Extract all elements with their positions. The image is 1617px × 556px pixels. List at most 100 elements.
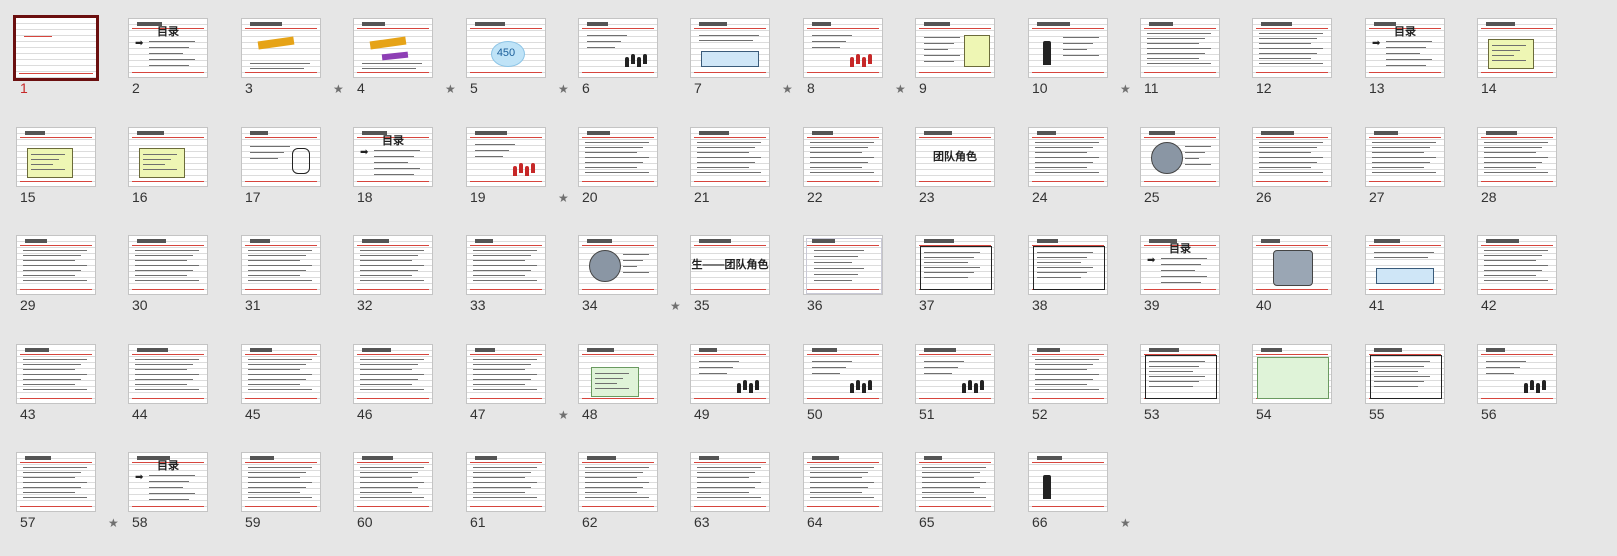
slide-preview[interactable]: 450 — [466, 18, 546, 78]
slide-preview[interactable] — [353, 452, 433, 512]
slide-thumbnail-11[interactable]: 11 — [1140, 18, 1246, 122]
slide-thumbnail-57[interactable]: 57 ★ — [16, 452, 122, 556]
slide-thumbnail-40[interactable]: 40 — [1252, 235, 1358, 339]
slide-thumbnail-33[interactable]: 33 — [466, 235, 572, 339]
slide-thumbnail-5[interactable]: 450 5 ★ — [466, 18, 572, 122]
slide-preview[interactable] — [466, 127, 546, 187]
slide-preview[interactable] — [241, 235, 321, 295]
slide-preview[interactable] — [128, 235, 208, 295]
slide-preview[interactable] — [16, 344, 96, 404]
slide-thumbnail-51[interactable]: 51 — [915, 344, 1021, 448]
slide-preview[interactable] — [690, 127, 770, 187]
slide-thumbnail-1[interactable]: 1 — [13, 15, 122, 122]
slide-thumbnail-30[interactable]: 30 — [128, 235, 234, 339]
slide-thumbnail-52[interactable]: 52 — [1028, 344, 1134, 448]
slide-thumbnail-44[interactable]: 44 — [128, 344, 234, 448]
slide-preview[interactable] — [915, 235, 995, 295]
slide-preview[interactable]: 团队角色 — [915, 127, 995, 187]
slide-preview[interactable] — [128, 127, 208, 187]
slide-preview[interactable] — [578, 18, 658, 78]
slide-thumbnail-12[interactable]: 12 — [1252, 18, 1358, 122]
slide-thumbnail-13[interactable]: 目录 ➡ 13 — [1365, 18, 1471, 122]
slide-thumbnail-41[interactable]: 41 — [1365, 235, 1471, 339]
slide-thumbnail-42[interactable]: 42 — [1477, 235, 1583, 339]
slide-thumbnail-22[interactable]: 22 — [803, 127, 909, 231]
slide-preview[interactable] — [1028, 344, 1108, 404]
slide-thumbnail-56[interactable]: 56 — [1477, 344, 1583, 448]
slide-preview[interactable] — [353, 235, 433, 295]
slide-thumbnail-38[interactable]: 38 — [1028, 235, 1134, 339]
slide-preview[interactable] — [578, 452, 658, 512]
slide-thumbnail-54[interactable]: 54 — [1252, 344, 1358, 448]
slide-preview[interactable] — [353, 344, 433, 404]
slide-thumbnail-16[interactable]: 16 — [128, 127, 234, 231]
slide-thumbnail-63[interactable]: 63 — [690, 452, 796, 556]
slide-preview[interactable] — [466, 235, 546, 295]
slide-preview[interactable] — [16, 127, 96, 187]
slide-preview[interactable] — [1028, 127, 1108, 187]
slide-thumbnail-65[interactable]: 65 — [915, 452, 1021, 556]
slide-preview[interactable] — [803, 344, 883, 404]
slide-preview[interactable] — [1477, 18, 1557, 78]
slide-preview[interactable] — [803, 452, 883, 512]
slide-preview[interactable] — [803, 235, 883, 295]
slide-preview[interactable]: 目录 ➡ — [128, 18, 208, 78]
slide-thumbnail-2[interactable]: 目录 ➡ 2 — [128, 18, 234, 122]
slide-thumbnail-35[interactable]: 生——团队角色 35 — [690, 235, 796, 339]
slide-preview[interactable] — [690, 18, 770, 78]
slide-thumbnail-26[interactable]: 26 — [1252, 127, 1358, 231]
slide-preview[interactable]: 目录 ➡ — [128, 452, 208, 512]
slide-thumbnail-62[interactable]: 62 — [578, 452, 684, 556]
slide-preview[interactable] — [16, 452, 96, 512]
slide-preview[interactable] — [241, 452, 321, 512]
slide-preview[interactable] — [1252, 127, 1332, 187]
slide-thumbnail-25[interactable]: 25 — [1140, 127, 1246, 231]
slide-preview[interactable] — [1365, 235, 1445, 295]
slide-preview[interactable] — [1477, 127, 1557, 187]
slide-thumbnail-21[interactable]: 21 — [690, 127, 796, 231]
slide-thumbnail-60[interactable]: 60 — [353, 452, 459, 556]
slide-preview[interactable] — [578, 127, 658, 187]
slide-preview[interactable] — [1365, 344, 1445, 404]
slide-thumbnail-3[interactable]: 3 ★ — [241, 18, 347, 122]
slide-thumbnail-49[interactable]: 49 — [690, 344, 796, 448]
slide-thumbnail-19[interactable]: 19 ★ — [466, 127, 572, 231]
slide-preview[interactable] — [1252, 18, 1332, 78]
slide-preview[interactable] — [466, 452, 546, 512]
slide-preview[interactable] — [353, 18, 433, 78]
slide-preview[interactable] — [915, 344, 995, 404]
slide-preview[interactable] — [578, 344, 658, 404]
slide-thumbnail-24[interactable]: 24 — [1028, 127, 1134, 231]
slide-preview[interactable] — [1477, 235, 1557, 295]
slide-thumbnail-64[interactable]: 64 — [803, 452, 909, 556]
slide-preview[interactable] — [1252, 235, 1332, 295]
slide-thumbnail-53[interactable]: 53 — [1140, 344, 1246, 448]
slide-preview[interactable] — [1028, 18, 1108, 78]
slide-preview[interactable] — [241, 127, 321, 187]
slide-thumbnail-9[interactable]: 9 — [915, 18, 1021, 122]
slide-thumbnail-10[interactable]: 10 ★ — [1028, 18, 1134, 122]
slide-preview[interactable] — [1028, 452, 1108, 512]
slide-thumbnail-43[interactable]: 43 — [16, 344, 122, 448]
slide-preview[interactable] — [1140, 344, 1220, 404]
slide-preview[interactable]: 目录 ➡ — [1365, 18, 1445, 78]
slide-thumbnail-18[interactable]: 目录 ➡ 18 — [353, 127, 459, 231]
slide-preview[interactable] — [1477, 344, 1557, 404]
slide-thumbnail-17[interactable]: 17 — [241, 127, 347, 231]
slide-thumbnail-31[interactable]: 31 — [241, 235, 347, 339]
slide-thumbnail-47[interactable]: 47 ★ — [466, 344, 572, 448]
slide-preview[interactable] — [915, 452, 995, 512]
slide-preview[interactable] — [803, 18, 883, 78]
slide-preview[interactable]: 生——团队角色 — [690, 235, 770, 295]
slide-thumbnail-8[interactable]: 8 ★ — [803, 18, 909, 122]
slide-preview[interactable] — [241, 344, 321, 404]
slide-thumbnail-61[interactable]: 61 — [466, 452, 572, 556]
slide-thumbnail-50[interactable]: 50 — [803, 344, 909, 448]
slide-preview[interactable]: 目录 ➡ — [353, 127, 433, 187]
slide-thumbnail-28[interactable]: 28 — [1477, 127, 1583, 231]
slide-preview[interactable] — [1252, 344, 1332, 404]
slide-preview[interactable] — [1028, 235, 1108, 295]
slide-thumbnail-48[interactable]: 48 — [578, 344, 684, 448]
slide-preview[interactable] — [466, 344, 546, 404]
slide-thumbnail-15[interactable]: 15 — [16, 127, 122, 231]
